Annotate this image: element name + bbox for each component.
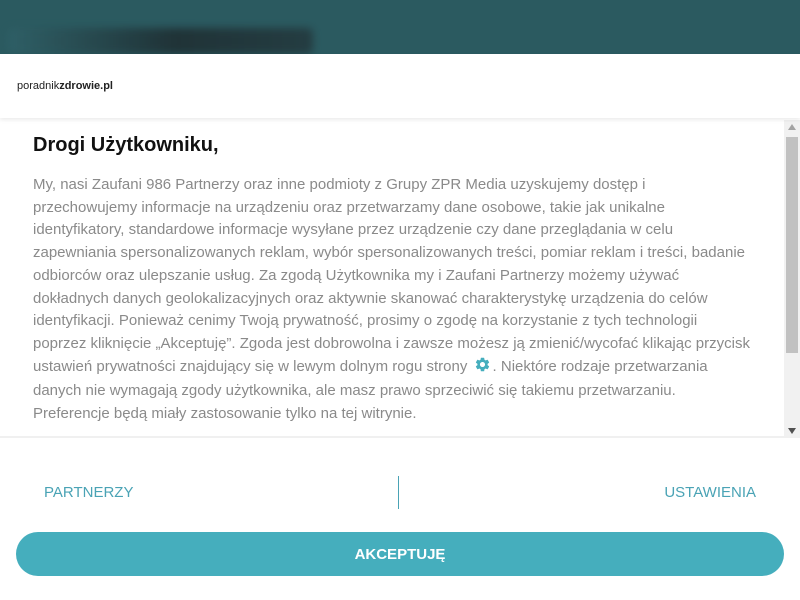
footer-separator <box>0 436 800 438</box>
modal-header: poradnikzdrowie.pl <box>0 54 800 118</box>
scrollbar-thumb[interactable] <box>786 137 798 353</box>
consent-modal: poradnikzdrowie.pl Drogi Użytkowniku, My… <box>0 54 800 600</box>
consent-text-part-1: My, nasi Zaufani 986 Partnerzy oraz inne… <box>33 176 750 375</box>
partners-link[interactable]: PARTNERZY <box>44 484 133 501</box>
site-logo: poradnikzdrowie.pl <box>17 80 113 92</box>
footer-divider <box>398 476 399 509</box>
gear-icon <box>474 356 491 381</box>
accept-button[interactable]: AKCEPTUJĘ <box>16 532 784 576</box>
background-blurred-logo <box>8 28 313 54</box>
consent-content: Drogi Użytkowniku, My, nasi Zaufani 986 … <box>0 120 784 438</box>
consent-text: My, nasi Zaufani 986 Partnerzy oraz inne… <box>33 174 753 426</box>
consent-heading: Drogi Użytkowniku, <box>33 134 219 156</box>
scroll-up-arrow-icon[interactable] <box>784 120 800 134</box>
settings-link[interactable]: USTAWIENIA <box>664 484 756 501</box>
content-scrollbar[interactable] <box>784 120 800 438</box>
background-page-header <box>0 0 800 54</box>
